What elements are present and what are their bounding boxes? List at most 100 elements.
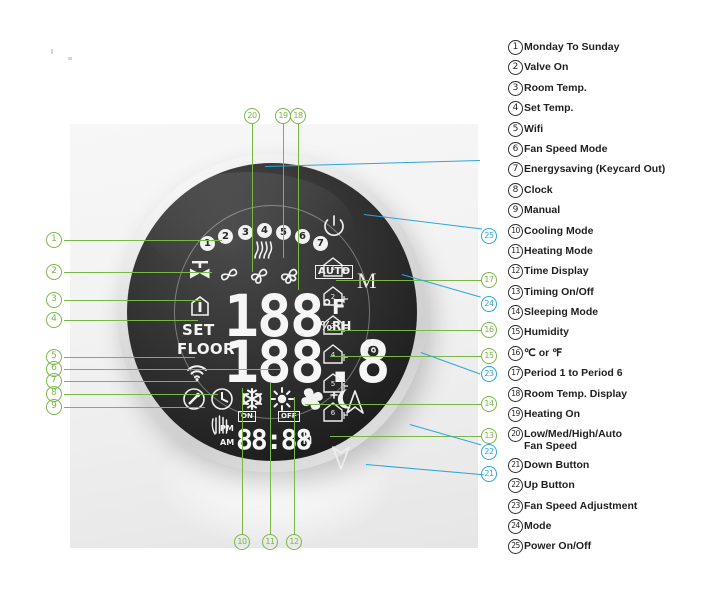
callout-12: 12 (286, 534, 302, 550)
legend-item: 24 Mode (508, 518, 708, 534)
svg-text:1: 1 (331, 264, 335, 272)
timer-off-tag: OFF (278, 411, 300, 422)
legend-label: Cooling Mode (524, 224, 594, 237)
legend-number: 25 (508, 539, 523, 555)
callout-3: 3 (46, 292, 62, 308)
callout-13-leader (330, 436, 481, 437)
legend-label: Power On/Off (524, 540, 592, 553)
legend-number: 13 (508, 284, 523, 300)
legend-number: 22 (508, 478, 523, 494)
legend-item: 15 Humidity (508, 325, 708, 341)
energysaving-icon (183, 388, 205, 410)
legend-number: 6 (508, 141, 523, 157)
mode-button[interactable]: M (357, 268, 377, 294)
legend-label: Set Temp. (524, 102, 574, 115)
legend-label: Heating On (524, 408, 581, 421)
legend-label: Heating Mode (524, 244, 593, 257)
legend-number: 21 (508, 457, 523, 473)
callout-24: 24 (481, 296, 497, 312)
legend-item: 8 Clock (508, 182, 708, 198)
legend-item: 13 Timing On/Off (508, 284, 708, 300)
callout-3-leader (64, 300, 201, 301)
callout-1-leader (64, 240, 222, 241)
svg-text:2: 2 (331, 293, 335, 301)
legend-number: 12 (508, 264, 523, 280)
legend-item: 14 Sleeping Mode (508, 305, 708, 321)
legend-number: 14 (508, 305, 523, 321)
legend-item: 11 Heating Mode (508, 243, 708, 259)
legend-label: ℃ or ℉ (524, 346, 563, 359)
legend-item: 16 ℃ or ℉ (508, 345, 708, 361)
callout-25: 25 (481, 228, 497, 244)
legend-item: 19 Heating On (508, 407, 708, 423)
fan-high-icon (280, 268, 298, 284)
legend-label: Mode (524, 519, 552, 532)
legend-item: 23 Fan Speed Adjustment (508, 498, 708, 514)
callout-15-leader (330, 356, 481, 357)
callout-23: 23 (481, 366, 497, 382)
legend-label: Period 1 to Period 6 (524, 367, 623, 380)
legend-number: 24 (508, 518, 523, 534)
power-icon[interactable] (321, 213, 347, 239)
callout-13: 13 (481, 428, 497, 444)
legend-label: Up Button (524, 479, 575, 492)
legend-item: 4 Set Temp. (508, 101, 708, 117)
callout-10-leader (242, 388, 243, 534)
timer-on-tag: ON (238, 411, 256, 422)
legend-number: 10 (508, 223, 523, 239)
legend-label: Energysaving (Keycard Out) (524, 163, 666, 176)
legend-number: 8 (508, 182, 523, 198)
fan-speed-adjust-icon[interactable] (361, 336, 383, 356)
down-arrow-icon[interactable] (331, 445, 351, 471)
legend-number: 16 (508, 345, 523, 361)
callout-12-leader (294, 397, 295, 534)
callout-2: 2 (46, 264, 62, 280)
heating-sun-icon (270, 387, 294, 411)
fan-medium-icon (250, 268, 268, 284)
legend-number: 18 (508, 386, 523, 402)
weekday-3: 3 (238, 225, 253, 240)
svg-text:5: 5 (331, 380, 335, 388)
legend-label: Down Button (524, 458, 590, 471)
legend-list: 1 Monday To Sunday 2 Valve On 3 Room Temp. … (508, 40, 708, 560)
legend-item: 21 Down Button (508, 457, 708, 473)
legend-number: 4 (508, 101, 523, 117)
legend-label: Room Temp. Display (524, 387, 628, 400)
legend-number: 7 (508, 162, 523, 178)
thermostat-device: 1 2 3 4 5 6 7 AUTO SET FLOOR 188 188.8 °… (117, 154, 427, 472)
callout-19-leader (283, 124, 284, 258)
svg-text:4: 4 (331, 351, 336, 359)
callout-11-leader (270, 383, 271, 534)
legend-item: 6 Fan Speed Mode (508, 141, 708, 157)
pm-label: PM (220, 424, 234, 433)
legend-label: Manual (524, 204, 561, 217)
legend-label: Time Display (524, 265, 589, 278)
up-arrow-icon[interactable] (345, 389, 365, 415)
callout-5-leader (64, 357, 195, 358)
callout-15: 15 (481, 348, 497, 364)
legend-number: 1 (508, 40, 523, 55)
callout-8-leader (64, 394, 218, 395)
callout-4-leader (64, 320, 198, 321)
legend-label: Valve On (524, 61, 569, 74)
legend-label: Timing On/Off (524, 285, 594, 298)
legend-number: 20 (508, 427, 523, 443)
legend-label: Room Temp. (524, 81, 587, 94)
legend-item: 2 Valve On (508, 60, 708, 76)
wifi-icon (187, 365, 207, 381)
legend-item: 25 Power On/Off (508, 539, 708, 555)
legend-item: 9 Manual (508, 203, 708, 219)
legend-number: 9 (508, 203, 523, 219)
legend-label: Fan Speed Mode (524, 142, 608, 155)
legend-label: Humidity (524, 326, 569, 339)
cooling-snowflake-icon (241, 387, 263, 411)
callout-16-leader (327, 330, 481, 331)
legend-label: Clock (524, 183, 553, 196)
legend-number: 11 (508, 243, 523, 259)
callout-18-leader (298, 124, 299, 290)
fan-speed-icon (301, 388, 323, 410)
callout-14: 14 (481, 396, 497, 412)
legend-label: Low/Med/High/Auto Fan Speed (524, 428, 622, 453)
callout-9: 9 (46, 399, 62, 415)
legend-number: 15 (508, 325, 523, 341)
